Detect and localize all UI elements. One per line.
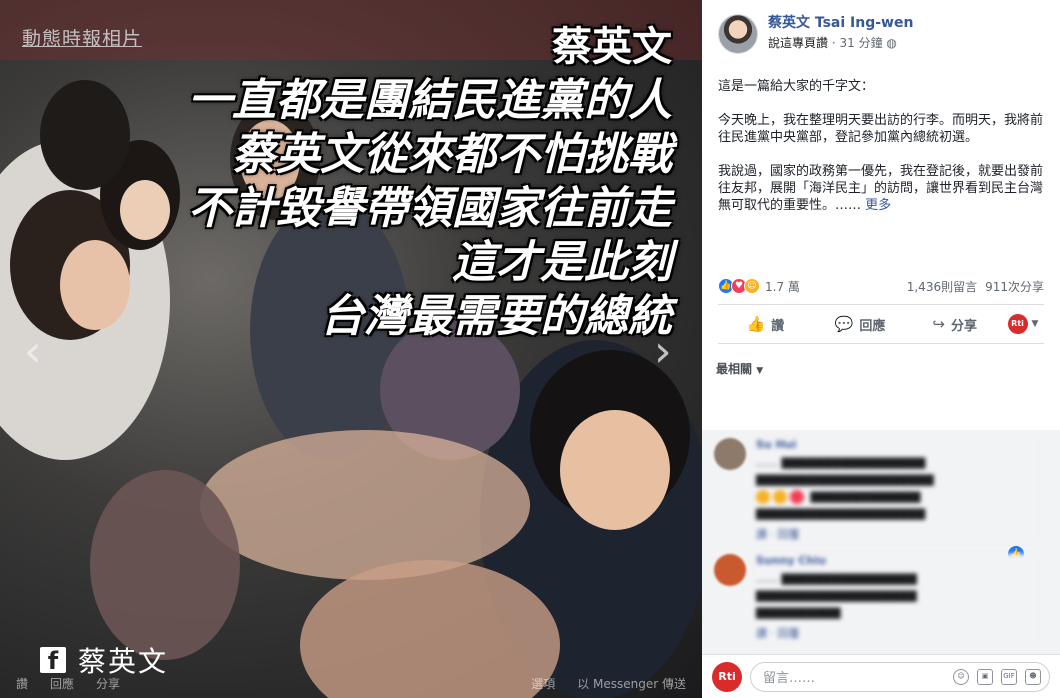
page-name-link[interactable]: 蔡英文 Tsai Ing-wen <box>768 14 913 32</box>
options-button[interactable]: 選項 <box>531 675 555 692</box>
see-more-link[interactable]: 更多 <box>865 198 891 213</box>
thumbs-up-icon: 👍 <box>746 315 766 333</box>
post-meta: 說這專頁讚 · 31 分鐘 ◍ <box>768 34 913 52</box>
slogan-line: 這才是此刻 <box>452 237 672 288</box>
comment-item: Sunny Chiu …… ▇▇▇▇▇▇▇▇▇▇▇▇▇▇▇▇ ▇▇▇▇▇▇▇▇▇▇… <box>714 554 1052 641</box>
reaction-summary: 👍 ♥ ☺ 1.7 萬 1,436則留言 911次分享 <box>702 274 1060 298</box>
page-avatar[interactable] <box>718 14 758 54</box>
chevron-down-icon: ▼ <box>1031 319 1039 329</box>
post-actions: 👍 讚 💬 回應 ↪ 分享 Rti ▼ <box>718 304 1044 344</box>
previous-photo-icon[interactable]: ‹ <box>24 330 52 374</box>
comment-bubble: Sunny Chiu …… ▇▇▇▇▇▇▇▇▇▇▇▇▇▇▇▇ ▇▇▇▇▇▇▇▇▇▇… <box>756 554 1036 641</box>
comment-bubble: Su Hui …… ▇▇▇▇▇▇▇▇▇▇▇▇▇▇▇▇▇ ▇▇▇▇▇▇▇▇▇▇▇▇▇… <box>756 438 1036 542</box>
comment-text: …… ▇▇▇▇▇▇▇▇▇▇▇▇▇▇▇▇▇▇▇▇▇▇▇▇▇▇▇▇▇▇▇▇▇▇▇▇▇… <box>756 572 917 619</box>
share-button[interactable]: ↪ 分享 <box>907 315 1002 334</box>
comment-button[interactable]: 💬 回應 <box>813 315 908 334</box>
post-sidebar: 蔡英文 Tsai Ing-wen 說這專頁讚 · 31 分鐘 ◍ 這是一篇給大家… <box>702 0 1060 698</box>
slogan-line: 台灣最需要的總統 <box>320 291 672 342</box>
caret-down-icon: ▼ <box>756 366 764 376</box>
photo-bottom-bar: 讚 回應 分享 選項 以 Messenger 傳送 <box>0 668 702 698</box>
comment-body: …… <box>756 456 778 469</box>
slogan-name: 蔡英文 <box>552 24 672 70</box>
haha-reaction-icon: ☺ <box>744 278 760 294</box>
like-label: 讚 <box>771 318 785 334</box>
comment-text: …… ▇▇▇▇▇▇▇▇▇▇▇▇▇▇▇▇▇▇▇▇▇▇▇▇▇▇▇▇▇▇▇▇▇▇▇▇▇… <box>756 456 934 520</box>
send-messenger-button[interactable]: 以 Messenger 傳送 <box>577 675 686 692</box>
share-label: 分享 <box>950 318 977 334</box>
slogan-line: 一直都是團結民進黨的人 <box>188 75 672 126</box>
post-time[interactable]: 31 分鐘 <box>839 36 882 50</box>
post-as-selector[interactable]: Rti ▼ <box>1002 314 1044 334</box>
like-button[interactable]: 👍 讚 <box>718 315 813 334</box>
sort-label: 最相關 <box>716 362 753 376</box>
post-paragraph: 這是一篇給大家的千字文： <box>718 79 875 94</box>
speech-bubble-icon: 💬 <box>834 315 854 333</box>
camera-icon[interactable]: ▣ <box>977 668 993 685</box>
comment-placeholder: 留言…… <box>763 671 816 686</box>
post-header: 蔡英文 Tsai Ing-wen 說這專頁讚 · 31 分鐘 ◍ <box>702 0 1060 54</box>
sticker-icon[interactable]: ☻ <box>1025 668 1041 685</box>
rti-logo-icon: Rti <box>1007 314 1028 334</box>
slogan-line: 蔡英文從來都不怕挑戰 <box>232 129 672 180</box>
composer-avatar-icon: Rti <box>712 661 742 692</box>
commenter-avatar[interactable] <box>714 554 746 586</box>
photo-like-button[interactable]: 讚 <box>16 675 28 692</box>
globe-icon: ◍ <box>886 36 897 50</box>
commenter-name[interactable]: Sunny Chiu <box>756 554 1036 567</box>
reaction-count[interactable]: 1.7 萬 <box>765 278 800 295</box>
comment-actions[interactable]: 讚 · 回覆 <box>756 625 1036 641</box>
comment-count[interactable]: 1,436則留言 <box>907 278 977 295</box>
emoji-icon[interactable]: ☺ <box>953 668 969 685</box>
next-photo-icon[interactable]: › <box>654 330 682 374</box>
share-arrow-icon: ↪ <box>932 315 945 333</box>
slogan-line: 不計毀譽帶領國家往前走 <box>188 183 672 234</box>
commenter-avatar[interactable] <box>714 438 746 470</box>
album-tag[interactable]: 動態時報相片 <box>22 24 142 51</box>
commenter-name[interactable]: Su Hui <box>756 438 1036 451</box>
photo-viewer: 動態時報相片 蔡英文 一直都是團結民進黨的人 蔡英文從來都不怕挑戰 不計毀譽帶領… <box>0 0 702 698</box>
comment-input[interactable]: 留言…… ☺ ▣ GIF ☻ <box>750 661 1050 692</box>
emoji-row <box>756 488 807 505</box>
photo-share-button[interactable]: 分享 <box>96 675 120 692</box>
gif-icon[interactable]: GIF <box>1001 668 1017 685</box>
slogan-overlay: 蔡英文 一直都是團結民進黨的人 蔡英文從來都不怕挑戰 不計毀譽帶領國家往前走 這… <box>188 14 672 344</box>
photo-comment-button[interactable]: 回應 <box>50 675 74 692</box>
comment-body: …… <box>756 572 778 585</box>
post-text: 這是一篇給大家的千字文： 今天晚上，我在整理明天要出訪的行李。而明天，我將前往民… <box>702 54 1060 214</box>
comment-item: Su Hui …… ▇▇▇▇▇▇▇▇▇▇▇▇▇▇▇▇▇ ▇▇▇▇▇▇▇▇▇▇▇▇▇… <box>714 438 1052 562</box>
share-count[interactable]: 911次分享 <box>985 278 1044 295</box>
comment-sort-dropdown[interactable]: 最相關 ▼ <box>702 344 1060 385</box>
like-page-link[interactable]: 說這專頁讚 <box>768 36 828 50</box>
post-paragraph: 今天晚上，我在整理明天要出訪的行李。而明天，我將前往民進黨中央黨部，登記參加黨內… <box>718 113 1044 145</box>
comment-label: 回應 <box>859 318 886 334</box>
comment-actions[interactable]: 讚 · 回覆 <box>756 526 1036 542</box>
comment-composer: Rti 留言…… ☺ ▣ GIF ☻ <box>702 654 1060 698</box>
post-paragraph-last: 我說過，國家的政務第一優先，我在登記後，就要出發前往友邦，展開「海洋民主」的訪問… <box>718 163 1044 214</box>
